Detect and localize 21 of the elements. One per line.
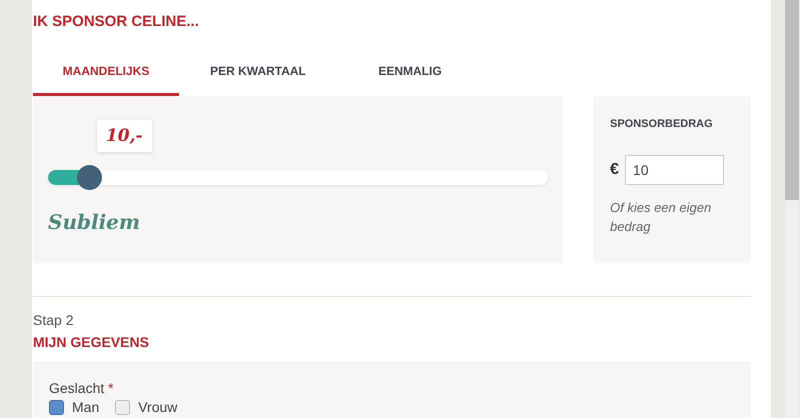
required-mark: * [108,380,114,396]
amount-hint: Of kies een eigen bedrag [610,199,712,236]
amount-bubble: 10,- [96,120,152,152]
option-label: Vrouw [138,399,178,415]
amount-heading: SPONSORBEDRAG [610,118,714,130]
tab[interactable]: EENMALIG [337,49,483,96]
section-title: IK SPONSOR CELINE... [33,13,200,32]
checkbox[interactable] [49,400,64,414]
scrollbar[interactable] [785,0,799,418]
slider-thumb[interactable] [77,165,102,190]
step-label: Stap 2 [33,312,74,328]
tab[interactable]: PER KWARTAAL [185,49,331,96]
slider-caption: Subliem [48,210,142,234]
slider[interactable] [48,165,548,190]
currency-symbol: € [610,161,619,179]
checkbox[interactable] [115,400,130,414]
section-title: MIJN GEGEVENS [33,334,150,352]
option-label: Man [72,399,100,415]
field-label: Geslacht [49,380,104,396]
scrollbar-thumb[interactable] [785,0,799,200]
amount-input[interactable]: 10 [624,155,724,185]
